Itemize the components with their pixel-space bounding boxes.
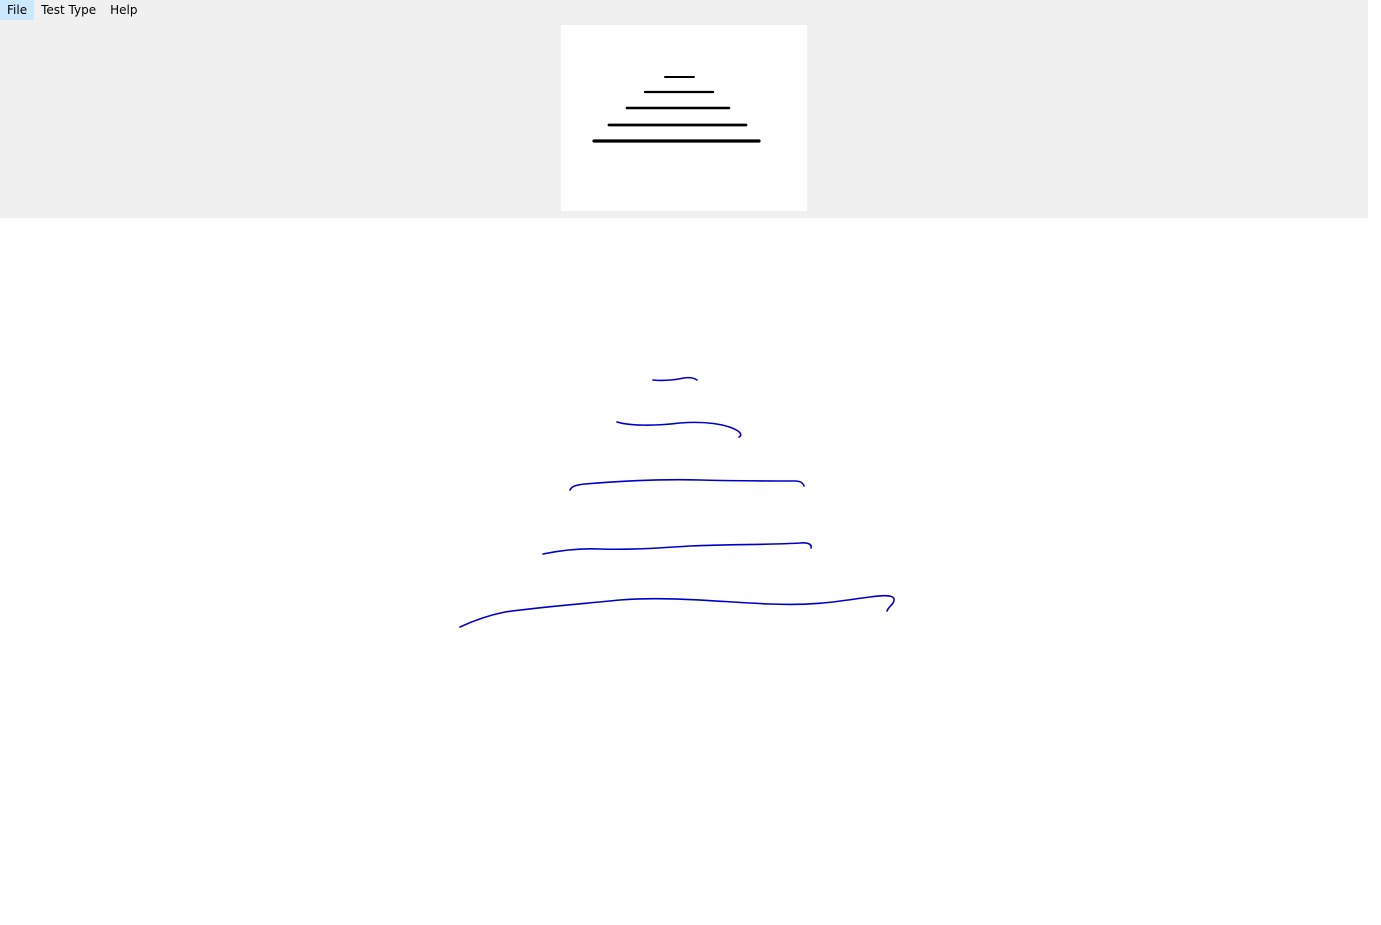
- drawing-canvas[interactable]: [0, 218, 1381, 925]
- user-strokes-graphic[interactable]: [0, 218, 1381, 925]
- user-stroke-1: [652, 376, 698, 382]
- user-stroke-5: [459, 594, 895, 628]
- menu-file[interactable]: File: [0, 0, 35, 20]
- user-stroke-4: [542, 542, 812, 555]
- menu-bar: File Test Type Help: [0, 0, 144, 20]
- reference-figure: [561, 25, 807, 211]
- menu-test-type[interactable]: Test Type: [34, 0, 103, 20]
- reference-lines-graphic: [592, 76, 761, 143]
- menu-help[interactable]: Help: [103, 0, 144, 20]
- user-stroke-3: [569, 478, 805, 491]
- top-panel: File Test Type Help: [0, 0, 1368, 218]
- user-stroke-2: [616, 421, 742, 438]
